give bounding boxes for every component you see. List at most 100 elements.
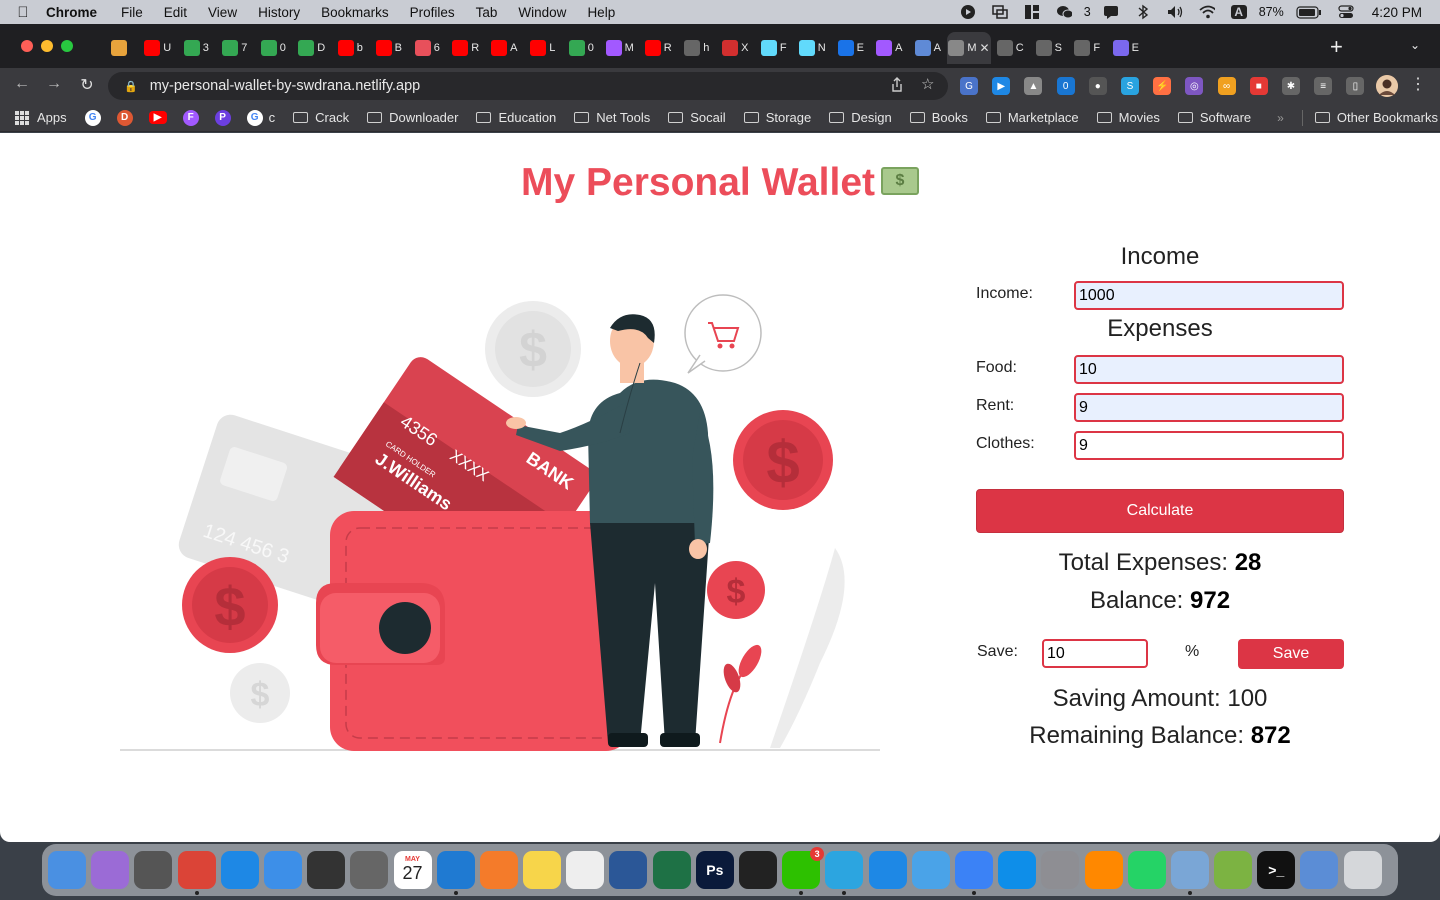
browser-tab[interactable]: R (639, 32, 678, 64)
calculate-button[interactable]: Calculate (976, 489, 1344, 533)
browser-tab[interactable]: b (331, 32, 370, 64)
browser-tab[interactable]: B (370, 32, 409, 64)
calendar-icon[interactable]: MAY 27 (393, 851, 432, 889)
bookmark-duckduckgo[interactable]: D (116, 109, 133, 126)
new-tab-button[interactable]: + (1330, 36, 1343, 58)
activity-monitor-icon[interactable] (739, 851, 777, 889)
reading-list-icon[interactable]: ≡ (1314, 77, 1333, 95)
browser-tab[interactable]: E (1107, 32, 1146, 64)
cube-app-icon[interactable] (911, 851, 950, 889)
close-tab-icon[interactable]: ✕ (980, 41, 990, 55)
screenshot-icon[interactable]: S (1121, 77, 1139, 95)
lock-icon[interactable]: 🔒 (124, 80, 138, 93)
bookmark-apps[interactable]: Apps (15, 110, 67, 125)
ring-icon[interactable]: ◎ (1185, 77, 1204, 95)
volume-icon[interactable] (1167, 5, 1183, 19)
bluetooth-icon[interactable] (1135, 4, 1151, 20)
bookmark-star-icon[interactable]: ☆ (921, 75, 934, 93)
wechat-icon[interactable]: 3 (782, 847, 825, 895)
address-bar[interactable]: 🔒 my-personal-wallet-by-swdrana.netlify.… (108, 72, 948, 100)
chrome-icon[interactable] (177, 851, 216, 895)
browser-tab[interactable] (100, 32, 139, 64)
bookmark-folder[interactable]: Software (1177, 110, 1251, 125)
menu-help[interactable]: Help (587, 5, 615, 20)
video-icon[interactable]: ▶ (992, 77, 1011, 95)
menu-profiles[interactable]: Profiles (410, 5, 455, 20)
browser-tab[interactable]: R (447, 32, 486, 64)
profile-avatar[interactable] (1376, 75, 1398, 97)
vscode-icon[interactable] (436, 851, 475, 895)
notes-icon[interactable] (523, 851, 562, 889)
browser-tab[interactable]: 0 (562, 32, 601, 64)
textedit-icon[interactable] (566, 851, 605, 889)
browser-tab[interactable]: M (601, 32, 640, 64)
menu-edit[interactable]: Edit (164, 5, 187, 20)
income-input[interactable]: 1000 (1074, 281, 1344, 310)
snail-icon[interactable] (1214, 851, 1253, 889)
save-percent-input[interactable]: 10 (1042, 639, 1148, 668)
browser-tab[interactable]: E (832, 32, 871, 64)
wifi-icon[interactable] (1199, 5, 1215, 19)
menu-window[interactable]: Window (518, 5, 566, 20)
clothes-input[interactable]: 9 (1074, 431, 1344, 460)
bookmark-figma[interactable]: F (182, 109, 199, 126)
mountain-app-icon[interactable] (868, 851, 907, 889)
excel-icon[interactable] (652, 851, 691, 889)
reload-button[interactable]: ↻ (76, 75, 98, 95)
glasses-icon[interactable]: ∞ (1217, 77, 1236, 95)
bookmark-folder[interactable]: Net Tools (574, 110, 650, 125)
grid-app-icon[interactable] (1024, 5, 1040, 19)
menu-clock[interactable]: 4:20 PM (1372, 5, 1422, 20)
wechat-status-icon[interactable] (1056, 5, 1072, 19)
feather-icon[interactable] (91, 851, 130, 889)
control-center-icon[interactable] (1338, 5, 1354, 19)
apple-icon[interactable]:  (0, 4, 46, 21)
tab-search-chevron-icon[interactable]: ⌄ (1410, 38, 1420, 52)
palette-icon[interactable]: ■ (1249, 77, 1268, 95)
browser-tab[interactable]: L (524, 32, 563, 64)
browser-menu-icon[interactable]: ⋮ (1407, 74, 1429, 94)
calculator-icon[interactable] (134, 851, 173, 889)
browser-tab[interactable]: 6 (408, 32, 447, 64)
telegram-icon[interactable] (825, 851, 864, 895)
whatsapp-icon[interactable] (1127, 851, 1166, 889)
sidebar-icon[interactable]: ▯ (1346, 77, 1365, 95)
bookmark-other[interactable]: Other Bookmarks (1314, 110, 1438, 125)
minimize-window-button[interactable] (41, 40, 53, 52)
chat-bubble-icon[interactable] (1103, 5, 1119, 19)
virtualbox-icon[interactable] (1300, 851, 1339, 889)
bookmark-folder[interactable]: Education (476, 110, 556, 125)
teamviewer-icon[interactable] (998, 851, 1037, 889)
photos-grid-icon[interactable] (307, 851, 346, 889)
browser-tab[interactable]: A (870, 32, 909, 64)
input-source-icon[interactable]: A (1230, 5, 1247, 19)
trash-icon[interactable] (1343, 851, 1382, 889)
browser-tab[interactable]: 3 (177, 32, 216, 64)
translate-icon[interactable]: G (960, 77, 978, 95)
menu-app-name[interactable]: Chrome (46, 5, 97, 20)
browser-tab[interactable]: F (1068, 32, 1107, 64)
rent-input[interactable]: 9 (1074, 393, 1344, 422)
menu-bookmarks[interactable]: Bookmarks (321, 5, 389, 20)
safari-icon[interactable] (220, 851, 259, 889)
menu-file[interactable]: File (121, 5, 143, 20)
bookmark-c[interactable]: G c (246, 109, 275, 126)
menu-tab[interactable]: Tab (476, 5, 498, 20)
user-icon[interactable]: ● (1088, 77, 1107, 95)
bookmark-folder[interactable]: Storage (743, 110, 811, 125)
back-button[interactable]: ← (11, 75, 33, 93)
bookmark-google[interactable]: G (84, 109, 101, 126)
settings-icon[interactable] (1041, 851, 1080, 889)
bookmark-folder[interactable]: Design (829, 110, 892, 125)
bookmark-bolt[interactable]: P (214, 109, 231, 126)
pen-icon[interactable] (479, 851, 518, 889)
bolt-icon[interactable]: ⚡ (1153, 77, 1172, 95)
mail-icon[interactable] (263, 851, 302, 889)
bookmark-folder[interactable]: Books (909, 110, 968, 125)
bookmark-folder[interactable]: Socail (668, 110, 726, 125)
word-icon[interactable] (609, 851, 648, 889)
browser-tab[interactable]: A (909, 32, 948, 64)
browser-tab[interactable]: U (139, 32, 178, 64)
bookmark-folder[interactable]: Marketplace (985, 110, 1079, 125)
browser-tab[interactable]: M ✕ (947, 32, 991, 64)
